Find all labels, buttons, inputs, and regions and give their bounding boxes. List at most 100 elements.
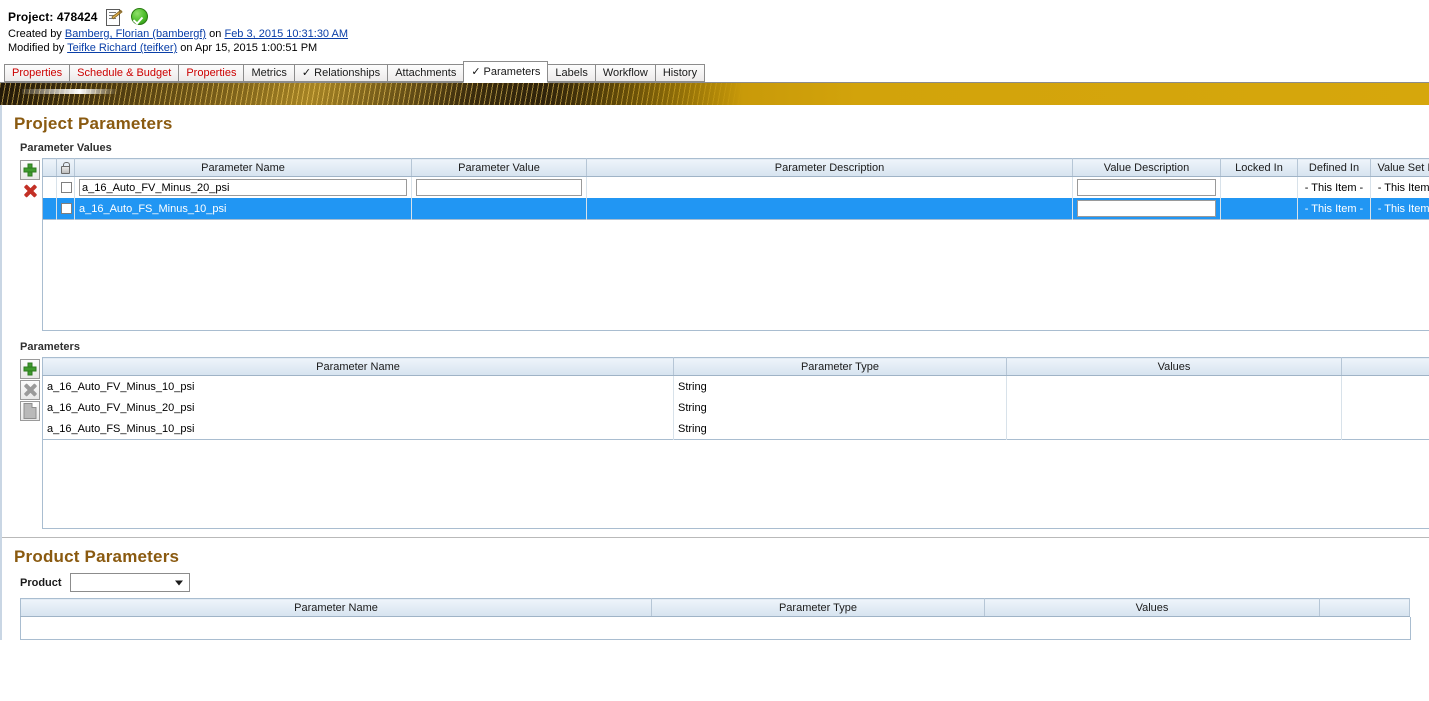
- parameter-value-cell[interactable]: [411, 198, 587, 220]
- table-row[interactable]: a_16_Auto_FS_Minus_10_psi - This Item -- …: [42, 198, 1429, 220]
- tab-label: Attachments: [395, 67, 457, 79]
- tab-schedule-budget-1[interactable]: Schedule & Budget: [69, 64, 180, 82]
- parameters-empty-area: [42, 440, 1429, 529]
- created-by-line: Created by Bamberg, Florian (bambergf) o…: [8, 27, 1429, 41]
- row-checkbox[interactable]: [61, 203, 72, 215]
- row-checkbox-cell[interactable]: [56, 198, 75, 220]
- parameter-name-cell[interactable]: a_16_Auto_FS_Minus_10_psi: [74, 198, 412, 220]
- chevron-down-icon: [174, 580, 183, 585]
- values-cell: [1006, 418, 1342, 440]
- parameter-values-table: Parameter Name Parameter Value Parameter D…: [42, 158, 1429, 220]
- red-x-icon: [24, 185, 37, 198]
- col-header-name[interactable]: Parameter Name: [74, 158, 412, 177]
- tab-label: Parameters: [483, 66, 541, 78]
- delete-parameter-button[interactable]: [20, 380, 40, 400]
- col-header-spacer[interactable]: [1319, 598, 1410, 617]
- value-set-in-cell: - This Item -: [1370, 176, 1429, 198]
- record-meta-header: Project: 478424 Created by Bamberg, Flor…: [0, 0, 1429, 55]
- modified-by-user-link[interactable]: Teifke Richard (teifker): [67, 42, 177, 54]
- col-header-type[interactable]: Parameter Type: [651, 598, 985, 617]
- row-checkbox[interactable]: [61, 182, 72, 194]
- tab-relationships-4[interactable]: ✓ Relationships: [293, 64, 389, 82]
- plus-icon: [23, 362, 37, 376]
- table-row[interactable]: a_16_Auto_FV_Minus_20_psi String: [42, 397, 1429, 418]
- name-cell: a_16_Auto_FV_Minus_20_psi: [42, 397, 674, 418]
- tab-labels-7[interactable]: Labels: [547, 64, 596, 82]
- row-checkbox-cell[interactable]: [56, 176, 75, 198]
- value-description-cell[interactable]: [1072, 198, 1221, 220]
- col-header-description[interactable]: Parameter Description: [586, 158, 1073, 177]
- col-header-value_description[interactable]: Value Description: [1072, 158, 1221, 177]
- col-header-value_set_in[interactable]: Value Set In: [1370, 158, 1429, 177]
- col-header-type[interactable]: Parameter Type: [673, 357, 1007, 376]
- locked-in-cell: [1220, 176, 1298, 198]
- table-row[interactable]: a_16_Auto_FS_Minus_10_psi String: [42, 418, 1429, 440]
- col-header-locked_in[interactable]: Locked In: [1220, 158, 1298, 177]
- tab-label: History: [662, 67, 698, 79]
- col-header-check[interactable]: [56, 158, 75, 177]
- tab-metrics-3[interactable]: Metrics: [243, 64, 295, 82]
- product-dropdown[interactable]: [69, 573, 190, 592]
- table-row[interactable]: a_16_Auto_FV_Minus_10_psi String: [42, 375, 1429, 397]
- table-row[interactable]: - This Item -- This Item -: [42, 176, 1429, 198]
- tab-properties-2[interactable]: Properties: [178, 64, 245, 82]
- product-parameters-table: Parameter Name Parameter Type Values: [20, 598, 1410, 617]
- parameter-value-cell[interactable]: [411, 176, 587, 198]
- spacer-cell: [1341, 418, 1429, 440]
- values-cell: [1006, 375, 1342, 397]
- plus-icon: [23, 163, 37, 177]
- copy-parameter-button[interactable]: [20, 401, 40, 421]
- parameter-value-input[interactable]: [416, 179, 582, 196]
- product-selector-row: Product: [2, 571, 1429, 598]
- col-header-value[interactable]: Parameter Value: [411, 158, 587, 177]
- created-by-user-link[interactable]: Bamberg, Florian (bambergf): [65, 28, 206, 40]
- locked-in-cell: [1220, 198, 1298, 220]
- delete-parameter-value-button[interactable]: [20, 181, 40, 201]
- tab-parameters-6[interactable]: ✓ Parameters: [463, 61, 549, 83]
- parameters-table: Parameter Name Parameter Type Values a_16_…: [42, 357, 1429, 440]
- parameters-heading: Parameters: [20, 341, 80, 353]
- project-parameters-page: Project: 478424 Created by Bamberg, Flor…: [0, 0, 1429, 701]
- tab-workflow-8[interactable]: Workflow: [594, 64, 656, 82]
- parameters-header-row: Parameter Name Parameter Type Values: [42, 357, 1429, 376]
- page-copy-icon: [23, 403, 37, 419]
- tab-label: Relationships: [314, 67, 381, 79]
- tab-history-9[interactable]: History: [654, 64, 706, 82]
- document-edit-icon[interactable]: [105, 8, 123, 26]
- parameter-name-cell[interactable]: [74, 176, 412, 198]
- spacer-cell: [1341, 397, 1429, 418]
- col-header-values[interactable]: Values: [984, 598, 1320, 617]
- col-header-name[interactable]: Parameter Name: [42, 357, 674, 376]
- col-header-defined_in[interactable]: Defined In: [1297, 158, 1371, 177]
- value-set-in-cell: - This Item -: [1370, 198, 1429, 220]
- parameter-description-cell[interactable]: [586, 176, 1073, 198]
- green-check-icon: [130, 8, 148, 25]
- page-title: Project: 478424: [8, 9, 98, 24]
- add-parameter-button[interactable]: [20, 359, 40, 379]
- page-content: Project Parameters Parameter Values Para…: [0, 105, 1429, 640]
- col-header-values[interactable]: Values: [1006, 357, 1342, 376]
- parameter-values-body: - This Item -- This Item -a_16_Auto_FS_M…: [42, 176, 1429, 220]
- add-parameter-value-button[interactable]: [20, 160, 40, 180]
- parameter-description-cell[interactable]: [586, 198, 1073, 220]
- type-cell: String: [673, 397, 1007, 418]
- values-cell: [1006, 397, 1342, 418]
- col-header-lock[interactable]: [42, 158, 57, 177]
- tab-attachments-5[interactable]: Attachments: [387, 64, 465, 82]
- spacer-cell: [1341, 375, 1429, 397]
- value-description-input[interactable]: [1077, 200, 1216, 217]
- col-header-spacer[interactable]: [1341, 357, 1429, 376]
- modified-on-word: on: [177, 42, 195, 54]
- value-description-input[interactable]: [1077, 179, 1216, 196]
- created-date-link[interactable]: Feb 3, 2015 10:31:30 AM: [224, 28, 348, 40]
- product-parameters-heading: Product Parameters: [14, 547, 180, 566]
- product-parameters-grid-wrap: Parameter Name Parameter Type Values: [2, 598, 1429, 640]
- parameter-name-input[interactable]: [79, 179, 407, 196]
- tab-properties-0[interactable]: Properties: [4, 64, 71, 82]
- value-description-cell[interactable]: [1072, 176, 1221, 198]
- col-header-name[interactable]: Parameter Name: [20, 598, 652, 617]
- tab-label: Schedule & Budget: [77, 67, 172, 79]
- parameters-body: a_16_Auto_FV_Minus_10_psi String a_16_Auto…: [42, 375, 1429, 440]
- product-label: Product: [20, 576, 62, 589]
- product-parameters-header-row: Parameter Name Parameter Type Values: [20, 598, 1410, 617]
